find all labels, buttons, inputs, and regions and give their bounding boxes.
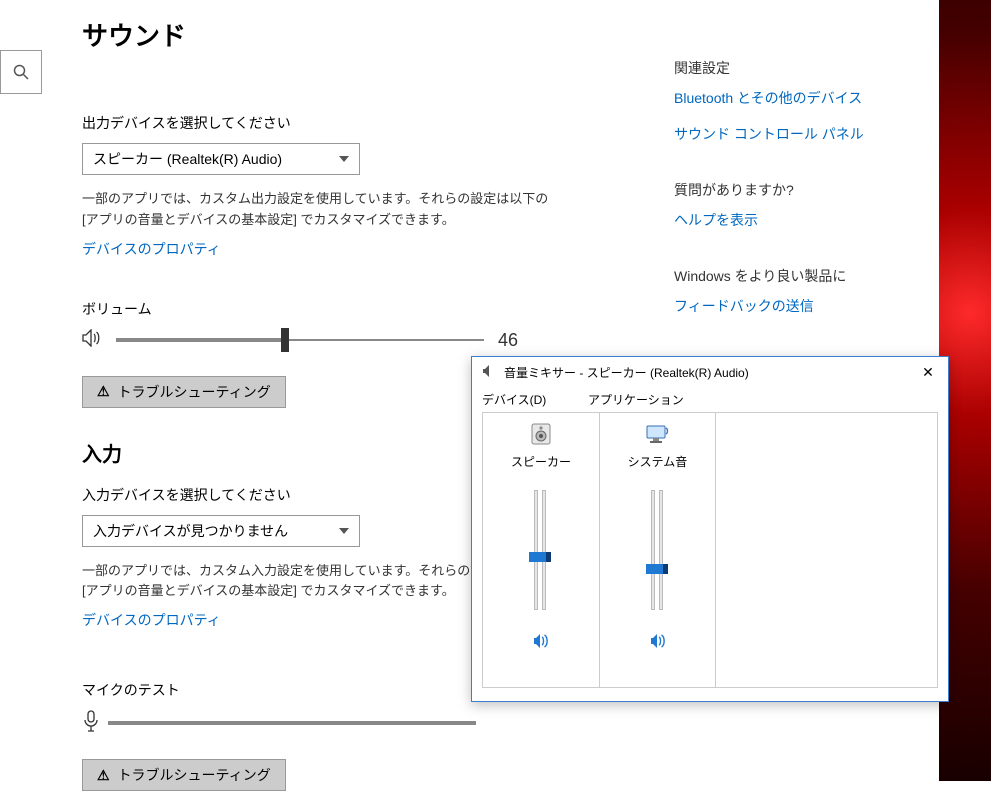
- mixer-body: デバイス(D) アプリケーション スピーカー: [472, 387, 948, 698]
- system-sounds-icon[interactable]: [644, 421, 672, 447]
- output-device-properties-link[interactable]: デバイスのプロパティ: [82, 239, 221, 259]
- input-device-properties-link[interactable]: デバイスのプロパティ: [82, 610, 221, 630]
- warning-icon: ⚠: [97, 767, 110, 784]
- mixer-col-speaker: スピーカー: [483, 413, 599, 687]
- output-desc: 一部のアプリでは、カスタム出力設定を使用しています。それらの設定は以下の [アプ…: [82, 189, 562, 231]
- speaker-mute-button[interactable]: [533, 634, 549, 652]
- microphone-icon: [82, 710, 100, 735]
- slider-thumb[interactable]: [646, 564, 668, 574]
- chevron-down-icon: [339, 156, 349, 162]
- troubleshoot-label: トラブルシューティング: [118, 382, 271, 402]
- volume-thumb[interactable]: [281, 328, 289, 352]
- speaker-device-icon[interactable]: [527, 421, 555, 447]
- output-device-value: スピーカー (Realtek(R) Audio): [93, 149, 282, 169]
- troubleshoot-label: トラブルシューティング: [118, 765, 271, 785]
- close-button[interactable]: ✕: [914, 359, 942, 385]
- search-icon: [13, 64, 29, 80]
- slider-thumb[interactable]: [529, 552, 551, 562]
- input-device-select[interactable]: 入力デバイスが見つかりません: [82, 515, 360, 547]
- mixer-system-name: システム音: [628, 453, 688, 470]
- chevron-down-icon: [339, 528, 349, 534]
- input-troubleshoot-button[interactable]: ⚠ トラブルシューティング: [82, 759, 286, 791]
- system-volume-slider[interactable]: [638, 490, 678, 620]
- volume-value: 46: [498, 330, 518, 351]
- output-device-select[interactable]: スピーカー (Realtek(R) Audio): [82, 143, 360, 175]
- volume-row: 46: [82, 329, 652, 352]
- volume-label: ボリューム: [82, 299, 652, 319]
- system-mute-button[interactable]: [650, 634, 666, 652]
- mixer-title-text: 音量ミキサー - スピーカー (Realtek(R) Audio): [504, 364, 749, 381]
- application-section-label: アプリケーション: [588, 391, 684, 408]
- mixer-speaker-name: スピーカー: [511, 453, 571, 470]
- mic-level-bar: [108, 721, 476, 725]
- device-section-label: デバイス(D): [482, 391, 588, 408]
- bluetooth-link[interactable]: Bluetooth とその他のデバイス: [674, 88, 924, 108]
- related-settings-heading: 関連設定: [674, 58, 924, 78]
- mixer-col-empty: [715, 413, 937, 687]
- page-title: サウンド: [82, 16, 652, 53]
- volume-fill: [116, 338, 285, 342]
- feedback-heading: Windows をより良い製品に: [674, 266, 924, 286]
- search-button[interactable]: [0, 50, 42, 94]
- sound-control-panel-link[interactable]: サウンド コントロール パネル: [674, 124, 924, 144]
- speaker-icon[interactable]: [82, 329, 102, 352]
- speaker-icon: [482, 364, 496, 381]
- input-device-value: 入力デバイスが見つかりません: [93, 521, 288, 541]
- speaker-volume-slider[interactable]: [521, 490, 561, 620]
- output-device-label: 出力デバイスを選択してください: [82, 113, 652, 133]
- volume-mixer-window[interactable]: 音量ミキサー - スピーカー (Realtek(R) Audio) ✕ デバイス…: [471, 356, 949, 702]
- close-icon: ✕: [922, 364, 934, 381]
- help-link[interactable]: ヘルプを表示: [674, 210, 924, 230]
- mixer-col-system-sounds: システム音: [599, 413, 715, 687]
- related-sidebar: 関連設定 Bluetooth とその他のデバイス サウンド コントロール パネル…: [674, 58, 924, 352]
- warning-icon: ⚠: [97, 383, 110, 400]
- output-troubleshoot-button[interactable]: ⚠ トラブルシューティング: [82, 376, 286, 408]
- feedback-link[interactable]: フィードバックの送信: [674, 296, 924, 316]
- mic-test-row: [82, 710, 652, 735]
- help-heading: 質問がありますか?: [674, 180, 924, 200]
- volume-slider[interactable]: [116, 339, 484, 341]
- mixer-titlebar[interactable]: 音量ミキサー - スピーカー (Realtek(R) Audio) ✕: [472, 357, 948, 387]
